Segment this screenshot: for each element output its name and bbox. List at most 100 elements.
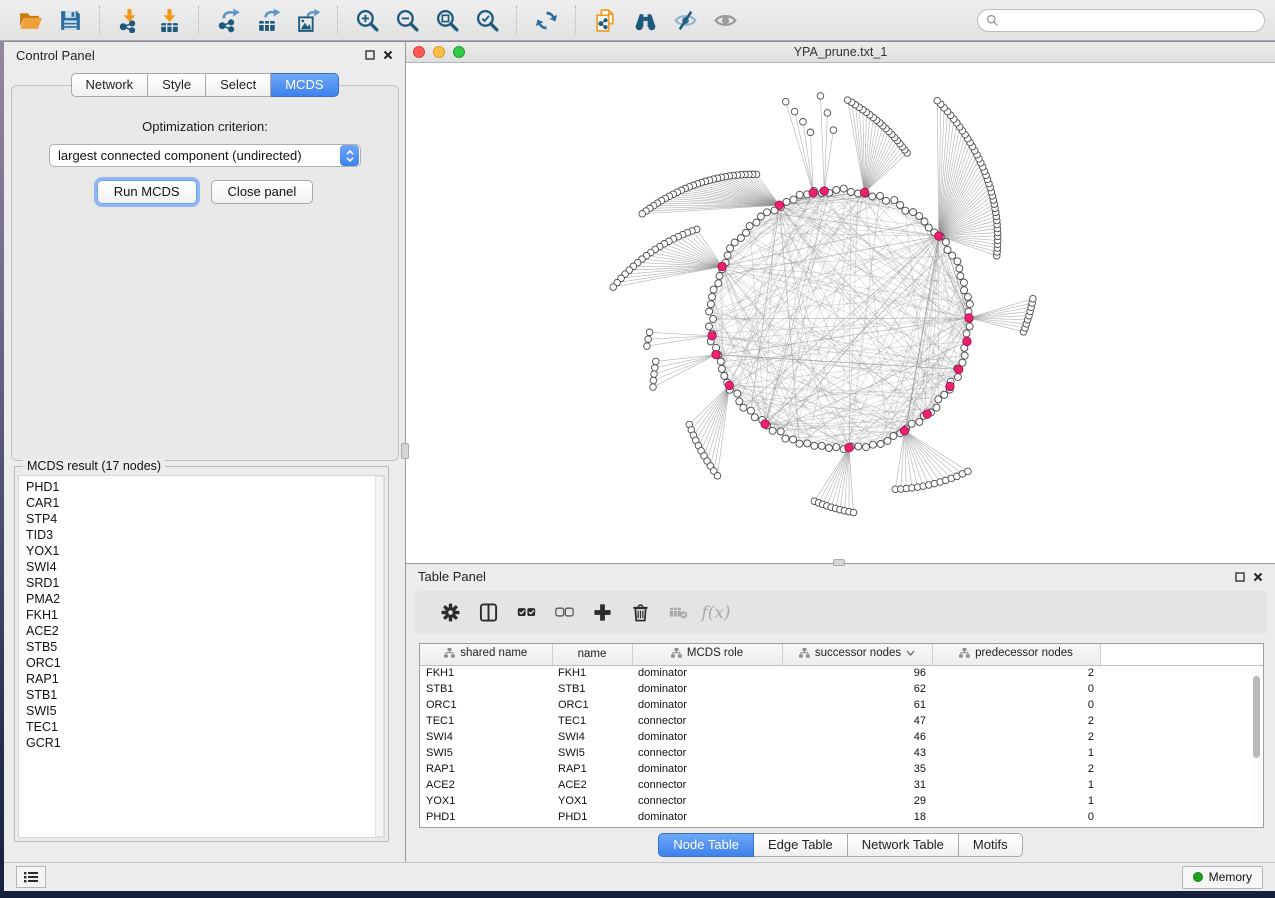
- cell-MCDS-role[interactable]: connector: [632, 745, 782, 761]
- graph-node[interactable]: [731, 239, 738, 246]
- graph-hub-node[interactable]: [923, 410, 931, 418]
- close-panel-button[interactable]: Close panel: [211, 180, 314, 204]
- graph-node[interactable]: [916, 418, 923, 425]
- graph-node[interactable]: [715, 280, 722, 287]
- graph-node[interactable]: [790, 436, 797, 443]
- mcds-result-item[interactable]: YOX1: [26, 543, 384, 559]
- graph-node[interactable]: [883, 197, 890, 204]
- graph-node[interactable]: [877, 441, 884, 448]
- close-panel-icon[interactable]: [1253, 572, 1263, 582]
- cell-shared-name[interactable]: RAP1: [420, 761, 552, 777]
- cell-predecessor-nodes[interactable]: 1: [932, 777, 1100, 793]
- graph-leaf-node[interactable]: [645, 336, 652, 343]
- close-panel-icon[interactable]: [383, 50, 393, 60]
- cell-MCDS-role[interactable]: connector: [632, 793, 782, 809]
- memory-button[interactable]: Memory: [1182, 866, 1263, 889]
- graph-node[interactable]: [753, 219, 760, 226]
- cell-successor-nodes[interactable]: 46: [782, 729, 932, 745]
- tab-mcds[interactable]: MCDS: [271, 73, 338, 97]
- column-header-name[interactable]: name: [552, 644, 632, 665]
- float-panel-icon[interactable]: [365, 50, 375, 60]
- task-history-button[interactable]: [16, 866, 46, 888]
- graph-node[interactable]: [796, 191, 803, 198]
- graph-node[interactable]: [877, 192, 884, 199]
- graph-hub-node[interactable]: [860, 188, 868, 196]
- zoom-out-button[interactable]: [392, 5, 422, 35]
- table-row[interactable]: ACE2ACE2connector311: [420, 777, 1263, 793]
- graph-node[interactable]: [847, 189, 854, 196]
- cell-shared-name[interactable]: ACE2: [420, 777, 552, 793]
- graph-hub-node[interactable]: [900, 427, 908, 435]
- mcds-result-item[interactable]: CAR1: [26, 495, 384, 511]
- graph-node[interactable]: [811, 442, 818, 449]
- graph-hub-node[interactable]: [708, 332, 716, 340]
- cell-shared-name[interactable]: SWI4: [420, 729, 552, 745]
- graph-node[interactable]: [942, 239, 949, 246]
- graph-leaf-node[interactable]: [1030, 295, 1037, 302]
- cell-MCDS-role[interactable]: connector: [632, 713, 782, 729]
- graph-leaf-node[interactable]: [807, 129, 814, 136]
- graph-leaf-node[interactable]: [934, 97, 941, 104]
- graph-node[interactable]: [957, 273, 964, 280]
- graph-node[interactable]: [818, 442, 825, 449]
- table-scrollbar[interactable]: [1252, 668, 1261, 825]
- graph-node[interactable]: [961, 352, 968, 359]
- graph-node[interactable]: [840, 185, 847, 192]
- cell-successor-nodes[interactable]: 47: [782, 713, 932, 729]
- graph-node[interactable]: [941, 391, 948, 398]
- graph-node[interactable]: [783, 198, 790, 205]
- graph-node[interactable]: [747, 407, 754, 414]
- table-row[interactable]: TEC1TEC1connector472: [420, 713, 1263, 729]
- graph-leaf-node[interactable]: [714, 473, 721, 480]
- mcds-result-item[interactable]: PMA2: [26, 591, 384, 607]
- graph-leaf-node[interactable]: [639, 211, 646, 218]
- import-network-button[interactable]: [114, 5, 144, 35]
- graph-leaf-node[interactable]: [965, 468, 972, 475]
- cell-predecessor-nodes[interactable]: 2: [932, 729, 1100, 745]
- cell-MCDS-role[interactable]: dominator: [632, 697, 782, 713]
- mcds-result-item[interactable]: TID3: [26, 527, 384, 543]
- table-row[interactable]: SWI4SWI4dominator462: [420, 729, 1263, 745]
- cell-MCDS-role[interactable]: dominator: [632, 761, 782, 777]
- tab-select[interactable]: Select: [206, 73, 271, 97]
- graph-node[interactable]: [790, 196, 797, 203]
- graph-node[interactable]: [782, 435, 789, 442]
- cell-name[interactable]: ORC1: [552, 697, 632, 713]
- graph-node[interactable]: [718, 365, 725, 372]
- graph-node[interactable]: [707, 301, 714, 308]
- graph-node[interactable]: [777, 428, 784, 435]
- graph-hub-node[interactable]: [955, 365, 963, 373]
- graph-hub-node[interactable]: [946, 382, 954, 390]
- cell-predecessor-nodes[interactable]: 1: [932, 745, 1100, 761]
- graph-node[interactable]: [746, 223, 753, 230]
- graph-leaf-node[interactable]: [610, 284, 617, 291]
- cell-MCDS-role[interactable]: dominator: [632, 681, 782, 697]
- mcds-result-item[interactable]: SWI4: [26, 559, 384, 575]
- graph-node[interactable]: [910, 209, 917, 216]
- graph-node[interactable]: [933, 404, 940, 411]
- graph-node[interactable]: [855, 443, 862, 450]
- graph-node[interactable]: [954, 258, 961, 265]
- cell-shared-name[interactable]: STB1: [420, 681, 552, 697]
- graph-node[interactable]: [724, 252, 731, 259]
- graph-node[interactable]: [863, 444, 870, 451]
- clone-network-button[interactable]: [590, 5, 620, 35]
- graph-node[interactable]: [966, 323, 973, 330]
- column-header-MCDS-role[interactable]: MCDS role: [632, 644, 782, 665]
- graph-node[interactable]: [956, 265, 963, 272]
- graph-node[interactable]: [949, 252, 956, 259]
- tab-style[interactable]: Style: [148, 73, 206, 97]
- first-neighbors-button[interactable]: [630, 5, 660, 35]
- graph-node[interactable]: [736, 398, 743, 405]
- search-input[interactable]: [977, 9, 1265, 32]
- cell-successor-nodes[interactable]: 31: [782, 777, 932, 793]
- mcds-result-item[interactable]: PHD1: [26, 479, 384, 495]
- save-session-button[interactable]: [55, 5, 85, 35]
- graph-node[interactable]: [908, 420, 915, 427]
- mcds-result-item[interactable]: STP4: [26, 511, 384, 527]
- cell-name[interactable]: RAP1: [552, 761, 632, 777]
- graph-leaf-node[interactable]: [646, 329, 653, 336]
- graph-node[interactable]: [921, 218, 928, 225]
- mcds-result-item[interactable]: FKH1: [26, 607, 384, 623]
- graph-node[interactable]: [925, 224, 932, 231]
